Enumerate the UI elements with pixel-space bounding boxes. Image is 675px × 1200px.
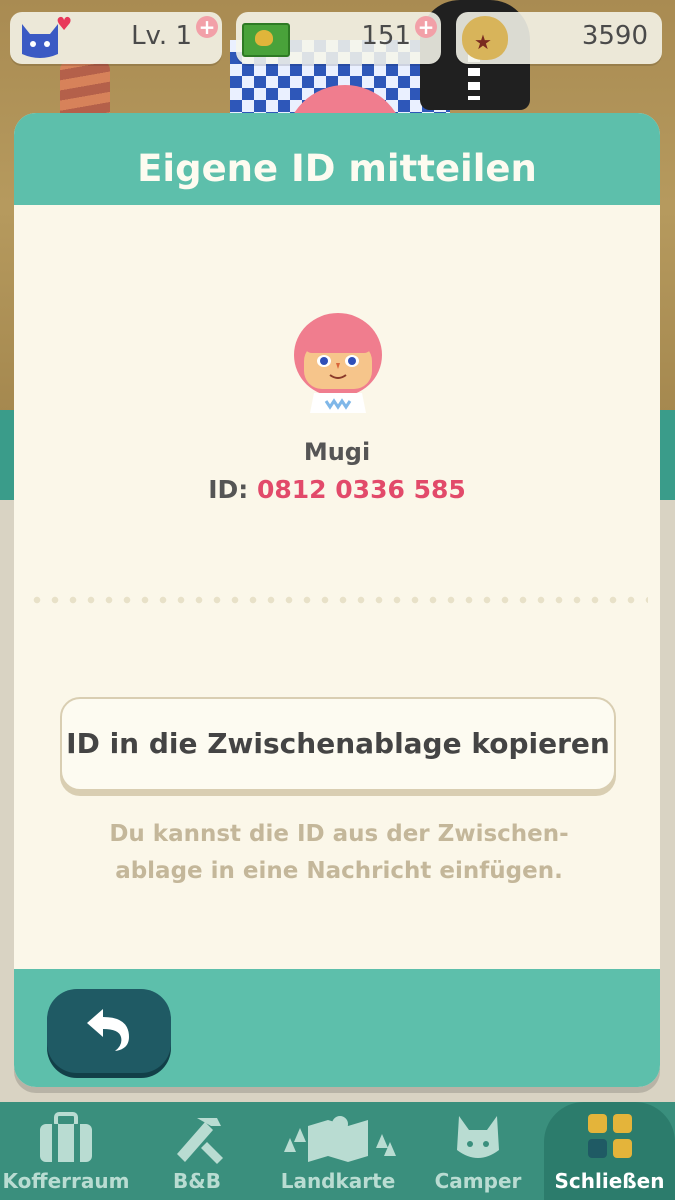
player-avatar [290, 309, 386, 413]
dotted-divider [28, 596, 648, 604]
nav-item-landkarte[interactable]: Landkarte [262, 1102, 414, 1200]
copy-hint: Du kannst die ID aus der Zwischen- ablag… [94, 816, 584, 890]
level-value: Lv. 1 [131, 21, 192, 51]
grid-icon [586, 1112, 634, 1164]
copy-id-button[interactable]: ID in die Zwischenablage kopieren [60, 697, 616, 791]
back-button[interactable] [47, 989, 171, 1073]
copy-hint-line-1: Du kannst die ID aus der Zwischen- [109, 821, 569, 847]
bells-counter: ★ 3590 [456, 12, 662, 64]
nav-label: Kofferraum [2, 1169, 130, 1193]
nav-label: Schließen [554, 1169, 665, 1193]
level-indicator[interactable]: ♥ Lv. 1 + [10, 12, 222, 64]
cat-face-icon [453, 1112, 503, 1168]
plus-icon[interactable]: + [196, 16, 218, 38]
nav-label: Landkarte [280, 1169, 396, 1193]
bottom-nav: Kofferraum B&B Landkarte Camper Schließe… [0, 1102, 675, 1200]
copy-hint-line-2: ablage in eine Nachricht einfügen. [115, 858, 563, 884]
player-name: Mugi [303, 438, 371, 466]
plus-icon[interactable]: + [415, 16, 437, 38]
player-id: ID: 0812 0336 585 [14, 475, 660, 504]
map-icon [278, 1112, 398, 1170]
nav-label: Camper [434, 1169, 522, 1193]
player-id-label: ID: [208, 475, 249, 504]
dialog-title: Eigene ID mitteilen [137, 147, 537, 190]
share-id-dialog: Eigene ID mitteilen Mugi ID: 0812 0336 5… [14, 113, 660, 1087]
tools-icon [167, 1112, 227, 1168]
leaf-ticket-counter[interactable]: 151 + [236, 12, 441, 64]
player-id-value: 0812 0336 585 [257, 475, 466, 504]
leaf-ticket-value: 151 [361, 21, 411, 51]
back-arrow-icon [87, 1009, 129, 1051]
suitcase-icon [36, 1112, 96, 1168]
bells-value: 3590 [581, 21, 648, 51]
nav-item-camper[interactable]: Camper [414, 1102, 542, 1200]
nav-item-schliessen[interactable]: Schließen [544, 1102, 675, 1200]
nav-item-bnb[interactable]: B&B [132, 1102, 262, 1200]
heart-icon: ♥ [56, 14, 73, 35]
nav-label: B&B [173, 1169, 221, 1193]
bell-bag-icon: ★ [462, 16, 508, 60]
nav-item-kofferraum[interactable]: Kofferraum [0, 1102, 132, 1200]
leaf-ticket-icon [242, 23, 290, 57]
